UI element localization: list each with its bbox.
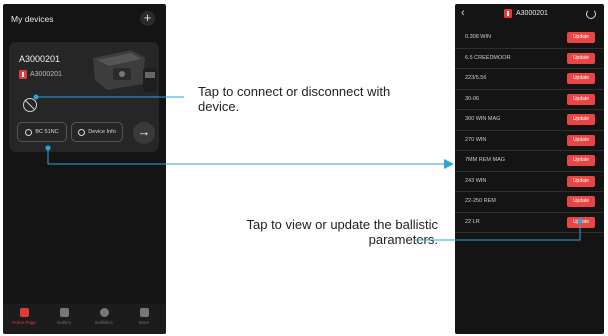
connect-annotation: Tap to connect or disconnect with device… — [198, 84, 391, 114]
tab-gallery[interactable]: Gallery — [44, 308, 84, 325]
caliber-name: 22-250 REM — [465, 198, 496, 204]
caliber-row[interactable]: 270 WIN Update — [455, 131, 604, 151]
gallery-icon — [59, 308, 69, 317]
device-info-label: Device Info — [88, 129, 116, 135]
caliber-name: 7MM REM MAG — [465, 157, 506, 163]
update-button[interactable]: Update — [567, 134, 595, 146]
update-button[interactable]: Update — [567, 73, 595, 84]
device-to-list-arrowhead — [444, 159, 454, 169]
update-button[interactable]: Update — [567, 175, 595, 187]
caliber-name: 30-06 — [465, 95, 480, 102]
plus-icon: + — [143, 10, 152, 25]
back-button[interactable]: ‹ — [461, 7, 465, 19]
device-name: A3000201 — [19, 54, 61, 64]
arrow-right-icon: → — [137, 124, 151, 139]
tab-more[interactable]: More — [124, 308, 164, 325]
open-device-button[interactable]: → — [133, 122, 155, 144]
caliber-list: 0.308 WIN Update 6.5 CREEDMOOR Update 223/5.… — [455, 28, 604, 233]
update-button[interactable]: Update — [567, 155, 595, 166]
info-icon — [78, 128, 86, 136]
update-annotation: Tap to view or update the ballistic para… — [246, 217, 439, 247]
header-title-label: A3000201 — [516, 10, 548, 17]
device-image — [93, 50, 157, 92]
update-button[interactable]: Update — [567, 196, 595, 207]
device-bluetooth-name: A3000201 — [19, 70, 62, 79]
home-icon — [19, 308, 29, 317]
bluetooth-icon — [19, 70, 27, 79]
link-icon — [25, 128, 33, 136]
update-button[interactable]: Update — [567, 52, 595, 64]
update-button[interactable]: Update — [567, 114, 595, 125]
page-title: My devices — [11, 14, 54, 24]
refresh-icon[interactable] — [586, 9, 596, 19]
caliber-name: 0.308 WIN — [465, 34, 491, 40]
device-card[interactable]: A3000201 A3000201 BC 51NC Device Info → — [9, 42, 159, 152]
caliber-row[interactable]: 300 WIN MAG Update — [455, 110, 604, 131]
home-screen: My devices + A3000201 A3000201 BC 51NC D… — [3, 4, 166, 334]
caliber-row[interactable]: 7MM REM MAG Update — [455, 151, 604, 172]
tab-ballistics[interactable]: Ballistics — [84, 308, 124, 325]
caliber-name: 300 WIN MAG — [465, 116, 501, 122]
update-button[interactable]: Update — [567, 32, 595, 43]
caliber-row[interactable]: 22-250 REM Update — [455, 192, 604, 213]
caliber-name: 243 WIN — [465, 177, 487, 184]
tab-ballistics-label: Ballistics — [95, 320, 113, 325]
header: ‹ A3000201 — [455, 4, 604, 24]
tab-bar: Home Page Gallery Ballistics More — [3, 304, 166, 334]
connection-label: BC 51NC — [35, 129, 59, 135]
ballistics-icon — [99, 308, 109, 317]
tab-gallery-label: Gallery — [56, 320, 72, 325]
header-title: A3000201 — [504, 9, 548, 18]
caliber-name: 22 LR — [465, 218, 480, 225]
caliber-row[interactable]: 0.308 WIN Update — [455, 28, 604, 49]
caliber-row[interactable]: 243 WIN Update — [455, 172, 604, 192]
tab-home[interactable]: Home Page — [4, 308, 44, 325]
device-info-button[interactable]: Device Info — [71, 122, 123, 142]
bluetooth-icon — [504, 9, 512, 18]
add-device-button[interactable]: + — [140, 11, 155, 26]
connect-toggle-button[interactable] — [23, 98, 37, 112]
grid-icon — [139, 308, 149, 317]
update-button[interactable]: Update — [567, 93, 595, 105]
caliber-name: 270 WIN — [465, 136, 487, 143]
caliber-row[interactable]: 6.5 CREEDMOOR Update — [455, 49, 604, 69]
caliber-name: 223/5.56 — [465, 75, 487, 81]
caliber-row[interactable]: 30-06 Update — [455, 90, 604, 110]
connection-status-button[interactable]: BC 51NC — [17, 122, 67, 142]
ballistics-screen: ‹ A3000201 0.308 WIN Update 6.5 CREEDMOOR U… — [455, 4, 604, 334]
caliber-name: 6.5 CREEDMOOR — [465, 54, 511, 61]
tab-more-label: More — [138, 320, 150, 325]
caliber-row[interactable]: 22 LR Update — [455, 213, 604, 233]
bluetooth-name-label: A3000201 — [30, 71, 62, 78]
update-button[interactable]: Update — [567, 216, 595, 228]
tab-home-label: Home Page — [12, 320, 36, 325]
caliber-row[interactable]: 223/5.56 Update — [455, 69, 604, 90]
